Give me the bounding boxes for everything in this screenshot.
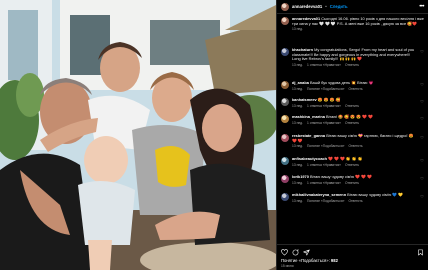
- comment-heart-icon[interactable]: ♡: [418, 115, 424, 134]
- paper-plane-icon[interactable]: [303, 249, 310, 256]
- comment-heart-icon[interactable]: ♡: [418, 175, 424, 193]
- comment-time: 13 нед.: [292, 120, 304, 125]
- comment-bubble-icon[interactable]: [292, 249, 299, 256]
- comment-reply-button[interactable]: Ответить: [345, 63, 359, 67]
- bookmark-icon[interactable]: [417, 249, 424, 256]
- separator-dot: •: [325, 4, 327, 9]
- comment-reply-button[interactable]: Ответить: [348, 199, 362, 203]
- comment-avatar[interactable]: [281, 81, 289, 89]
- comment-text: Вашй бук чудова день 💥 Вітаю 💗: [309, 80, 374, 85]
- comment-reply-button[interactable]: Ответить: [348, 144, 362, 148]
- action-bar: [281, 248, 424, 257]
- comment-reply-button[interactable]: Ответить: [345, 181, 359, 185]
- comment-item: anfisabeautycoach ❤️ ❤️ ❤️ 👏 👏 👏 13 нед.…: [281, 156, 424, 175]
- heart-outline-icon[interactable]: [281, 249, 288, 256]
- comment-heart-icon[interactable]: ♡: [418, 81, 424, 98]
- comment-likes[interactable]: Понятие «Подобається»: [307, 199, 344, 203]
- comment-avatar[interactable]: [281, 193, 289, 201]
- caption-time: 13 нед.: [292, 27, 304, 32]
- comment-text: Вітаю вашу чудову сім'ю ❤️ ❤️ ❤️: [309, 174, 372, 179]
- more-horizontal-icon[interactable]: •••: [419, 4, 424, 10]
- comment-likes[interactable]: Понятие «Подобається»: [307, 87, 344, 91]
- post-header: annaredevva01 • Следить •••: [277, 0, 428, 13]
- comment-heart-icon[interactable]: ♡: [418, 157, 424, 175]
- comment-item: mikhailivnakateryna_semenn Вітаю вашу чу…: [281, 192, 424, 210]
- comment-likes[interactable]: 1 отметка «Нравится»: [307, 104, 341, 108]
- comment-heart-icon[interactable]: ♡: [418, 134, 424, 157]
- post-side-panel: annaredevva01 • Следить ••• annaredevva0…: [276, 0, 428, 270]
- comment-avatar[interactable]: [281, 134, 289, 142]
- family-photo-illustration: [0, 0, 276, 270]
- comment-item: kanhatsmeev 😍 😍 😍 🥰 13 нед. 1 отметка «Н…: [281, 97, 424, 115]
- comment-username[interactable]: anfisabeautycoach: [292, 156, 327, 161]
- comment-time: 13 нед.: [292, 86, 304, 91]
- comment-avatar[interactable]: [281, 98, 289, 106]
- comment-text: 😍 😍 😍 🥰: [317, 97, 341, 102]
- likes-count: 982: [330, 258, 338, 263]
- comment-likes[interactable]: 1 отметка «Нравится»: [307, 63, 341, 67]
- comment-avatar[interactable]: [281, 48, 289, 56]
- comment-reply-button[interactable]: Ответить: [345, 104, 359, 108]
- follow-button[interactable]: Следить: [330, 4, 348, 9]
- comment-item: dj_anaba Вашй бук чудова день 💥 Вітаю 💗 …: [281, 80, 424, 98]
- post-photo[interactable]: [0, 0, 276, 270]
- comment-reply-button[interactable]: Ответить: [348, 87, 362, 91]
- comment-likes[interactable]: Понятие «Подобається»: [307, 144, 344, 148]
- comment-time: 13 нед.: [292, 162, 304, 167]
- comment-time: 13 нед.: [292, 180, 304, 185]
- instagram-post-viewer: annaredevva01 • Следить ••• annaredevva0…: [0, 0, 428, 270]
- comment-item: resbestate_ganna Вітаю вашу сім'ю 💝 гарн…: [281, 133, 424, 157]
- post-footer: Понятие «Подобається»: 982 15 июня: [277, 244, 428, 270]
- comment-likes[interactable]: 1 отметка «Нравится»: [307, 181, 341, 185]
- comment-username[interactable]: dj_anaba: [292, 80, 309, 85]
- comment-item: khachaturn My congratulations, Sergo! Fr…: [281, 47, 424, 81]
- comment-time: 13 нед.: [292, 198, 304, 203]
- comment-text: ❤️ ❤️ ❤️ 👏 👏 👏: [328, 156, 363, 161]
- comment-time: 13 нед.: [292, 63, 304, 68]
- comment-username[interactable]: kanhatsmeev: [292, 97, 317, 102]
- likes-label: Понятие «Подобається»:: [281, 258, 330, 263]
- comment-heart-icon[interactable]: ♡: [418, 48, 424, 81]
- comment-time: 13 нед.: [292, 103, 304, 108]
- comment-item: mashkina_marina Вітаю! 🤩 🥰 😍 😍 ❤️ ❤️ 13 …: [281, 114, 424, 134]
- likes-summary[interactable]: Понятие «Подобається»: 982: [281, 258, 424, 263]
- comment-avatar[interactable]: [281, 115, 289, 123]
- author-username[interactable]: annaredevva01: [292, 4, 322, 9]
- comments-list: annaredevva01 Сьогодні 16.06. рівно 10 р…: [277, 14, 428, 210]
- author-avatar[interactable]: [281, 2, 289, 11]
- post-date: 15 июня: [281, 264, 294, 268]
- comment-reply-button[interactable]: Ответить: [345, 121, 359, 125]
- comment-likes[interactable]: 1 отметка «Нравится»: [307, 163, 341, 167]
- comment-time: 13 нед.: [292, 144, 304, 149]
- comment-username[interactable]: lorik1970: [292, 174, 309, 179]
- comment-heart-icon[interactable]: ♡: [418, 193, 424, 210]
- comment-text: Вітаю вашу чудову сім'ю 💙 💛: [347, 192, 404, 197]
- post-caption: annaredevva01 Сьогодні 16.06. рівно 10 р…: [281, 16, 424, 48]
- caption-author-avatar[interactable]: [281, 17, 289, 25]
- comment-username[interactable]: mashkina_marina: [292, 114, 325, 119]
- comment-heart-icon[interactable]: ♡: [418, 98, 424, 115]
- comment-avatar[interactable]: [281, 157, 289, 165]
- comment-likes[interactable]: 1 отметка «Нравится»: [307, 121, 341, 125]
- comment-avatar[interactable]: [281, 175, 289, 183]
- comment-item: lorik1970 Вітаю вашу чудову сім'ю ❤️ ❤️ …: [281, 174, 424, 193]
- comment-reply-button[interactable]: Ответить: [345, 163, 359, 167]
- comment-username[interactable]: mikhailivnakateryna_semenn: [292, 192, 346, 197]
- comment-text: Вітаю! 🤩 🥰 😍 😍 ❤️ ❤️: [325, 114, 373, 119]
